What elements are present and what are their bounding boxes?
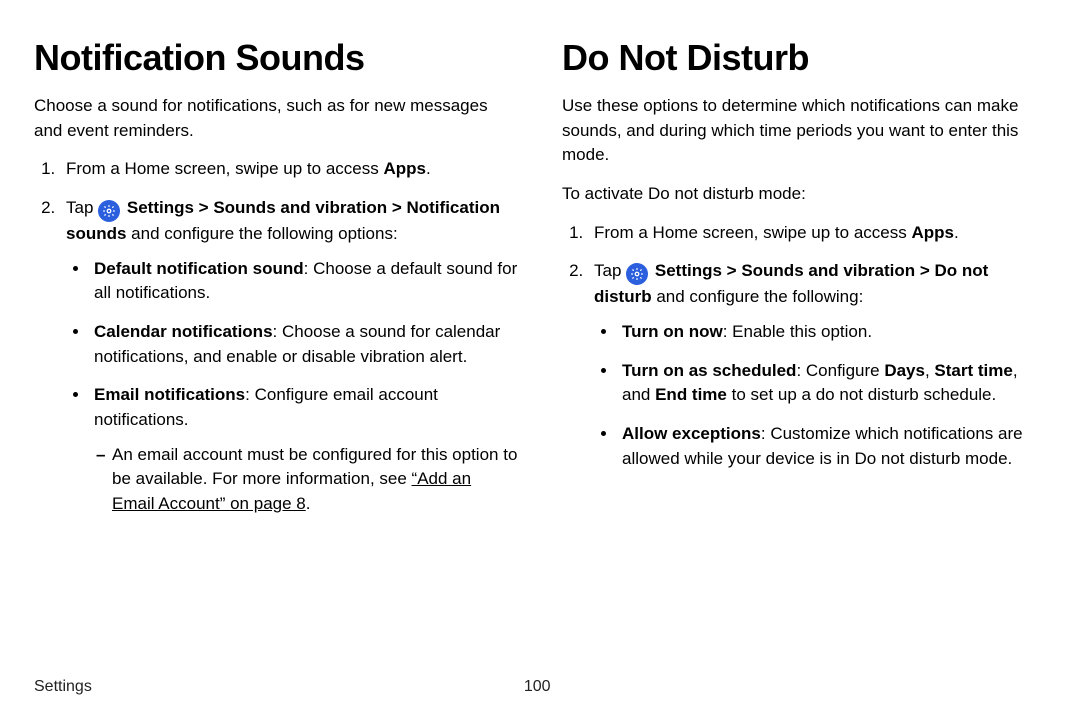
gear-icon xyxy=(98,200,120,222)
chevron-icon: > xyxy=(387,198,406,217)
step-1-apps: Apps xyxy=(383,159,426,178)
option-turn-on-now: Turn on now: Enable this option. xyxy=(618,320,1046,345)
step-2-tail: and configure the following: xyxy=(652,287,864,306)
step-1-period: . xyxy=(426,159,431,178)
step-2: Tap Settings > Sounds and vibration > Do… xyxy=(588,259,1046,471)
step-1-text-a: From a Home screen, swipe up to access xyxy=(66,159,383,178)
label-calendar: Calendar notifications xyxy=(94,322,273,341)
option-default-sound: Default notification sound: Choose a def… xyxy=(90,257,518,306)
page-footer: Settings 100 xyxy=(34,675,1046,698)
heading-notification-sounds: Notification Sounds xyxy=(34,32,518,84)
label-allow-exceptions: Allow exceptions xyxy=(622,424,761,443)
steps-list: From a Home screen, swipe up to access A… xyxy=(34,157,518,516)
step-1: From a Home screen, swipe up to access A… xyxy=(60,157,518,182)
gear-icon xyxy=(626,263,648,285)
step-1-text-a: From a Home screen, swipe up to access xyxy=(594,223,911,242)
option-scheduled: Turn on as scheduled: Configure Days, St… xyxy=(618,359,1046,408)
col-do-not-disturb: Do Not Disturb Use these options to dete… xyxy=(562,32,1046,531)
chevron-icon: > xyxy=(722,261,741,280)
chevron-icon: > xyxy=(915,261,934,280)
lead-text: To activate Do not disturb mode: xyxy=(562,182,1046,207)
options-list: Turn on now: Enable this option. Turn on… xyxy=(594,320,1046,471)
step-2-tap: Tap xyxy=(594,261,626,280)
step-2-settings: Settings xyxy=(127,198,194,217)
email-subnote-list: An email account must be configured for … xyxy=(94,443,518,517)
text-sched-a: : Configure xyxy=(796,361,884,380)
heading-do-not-disturb: Do Not Disturb xyxy=(562,32,1046,84)
step-2: Tap Settings > Sounds and vibration > No… xyxy=(60,196,518,516)
label-turn-on-now: Turn on now xyxy=(622,322,723,341)
email-subnote: An email account must be configured for … xyxy=(112,443,518,517)
label-email: Email notifications xyxy=(94,385,245,404)
step-2-sounds-vibration: Sounds and vibration xyxy=(741,261,915,280)
label-scheduled: Turn on as scheduled xyxy=(622,361,796,380)
col-notification-sounds: Notification Sounds Choose a sound for n… xyxy=(34,32,518,531)
option-email: Email notifications: Configure email acc… xyxy=(90,383,518,516)
step-2-sounds-vibration: Sounds and vibration xyxy=(213,198,387,217)
step-1: From a Home screen, swipe up to access A… xyxy=(588,221,1046,246)
step-2-tail: and configure the following options: xyxy=(126,224,397,243)
label-end-time: End time xyxy=(655,385,727,404)
step-2-settings: Settings xyxy=(655,261,722,280)
footer-section: Settings xyxy=(34,675,92,698)
label-days: Days xyxy=(884,361,925,380)
comma-b: , xyxy=(925,361,934,380)
footer-page-number: 100 xyxy=(524,675,551,698)
step-2-tap: Tap xyxy=(66,198,98,217)
intro-text: Use these options to determine which not… xyxy=(562,94,1046,168)
intro-text: Choose a sound for notifications, such a… xyxy=(34,94,518,143)
content-columns: Notification Sounds Choose a sound for n… xyxy=(34,32,1046,531)
option-calendar: Calendar notifications: Choose a sound f… xyxy=(90,320,518,369)
step-1-period: . xyxy=(954,223,959,242)
option-allow-exceptions: Allow exceptions: Customize which notifi… xyxy=(618,422,1046,471)
chevron-icon: > xyxy=(194,198,213,217)
step-1-apps: Apps xyxy=(911,223,954,242)
text-turn-on-now: : Enable this option. xyxy=(723,322,872,341)
steps-list: From a Home screen, swipe up to access A… xyxy=(562,221,1046,471)
subnote-period: . xyxy=(306,494,311,513)
options-list: Default notification sound: Choose a def… xyxy=(66,257,518,517)
label-start-time: Start time xyxy=(934,361,1012,380)
label-default-sound: Default notification sound xyxy=(94,259,304,278)
text-sched-d: to set up a do not disturb schedule. xyxy=(727,385,996,404)
